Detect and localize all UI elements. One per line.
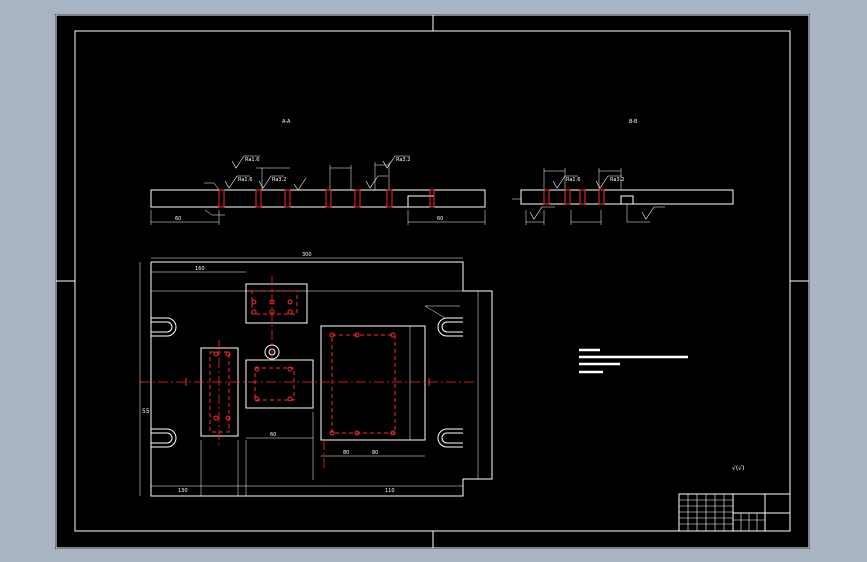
roughness-label-5: Ra1.6 (566, 177, 580, 183)
dim-80-a: 80 (343, 450, 349, 456)
roughness-label-1: Ra1.6 (245, 157, 259, 163)
roughness-label-2: Ra1.6 (238, 177, 252, 183)
cad-viewport: A-A 60 60 Ra1.6 Ra1.6 Ra3.2 Ra3.2 B-B Ra… (0, 0, 867, 562)
svg-text:60: 60 (437, 216, 443, 222)
dim-55: 55 (142, 408, 150, 415)
roughness-label-6: Ra3.2 (610, 177, 624, 183)
surface-finish-note: √(√) (732, 465, 744, 472)
dim-60: 60 (270, 432, 276, 438)
dim-110: 110 (385, 488, 395, 494)
section-label-a: A-A (282, 119, 291, 125)
dim-130: 130 (178, 488, 188, 494)
section-label-b: B-B (629, 119, 638, 125)
drawing-canvas: A-A 60 60 Ra1.6 Ra1.6 Ra3.2 Ra3.2 B-B Ra… (0, 0, 867, 562)
svg-text:60: 60 (175, 216, 181, 222)
dim-80-b: 80 (372, 450, 378, 456)
roughness-label-3: Ra3.2 (272, 177, 286, 183)
dim-160: 160 (195, 266, 205, 272)
drawing-sheet (55, 14, 810, 549)
dim-overall-width: 300 (302, 252, 312, 258)
roughness-label-4: Ra3.2 (396, 157, 410, 163)
